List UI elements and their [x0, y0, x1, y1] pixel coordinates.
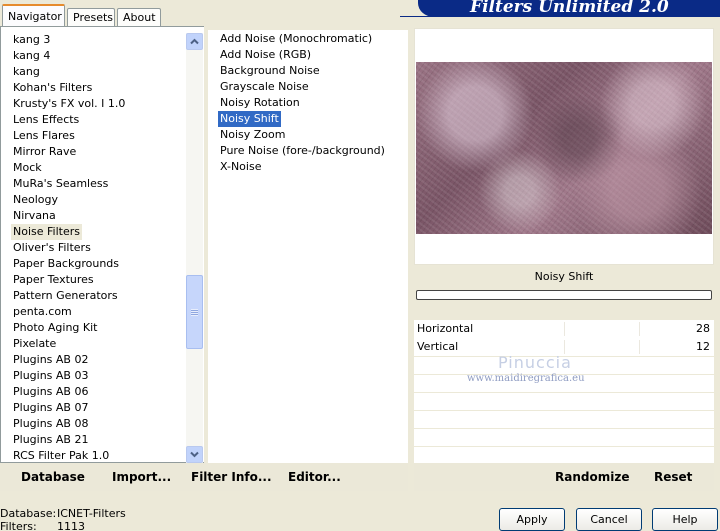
slider-label: Horizontal	[417, 322, 474, 335]
navigator-item[interactable]: Paper Backgrounds	[11, 256, 121, 272]
filter-item[interactable]: Noisy Shift	[218, 111, 281, 127]
filter-panel: Add Noise (Monochromatic) Add Noise (RGB)…	[208, 30, 408, 463]
help-button[interactable]: Help	[652, 508, 718, 531]
tab-navigator[interactable]: Navigator	[2, 4, 65, 26]
scroll-down-button[interactable]	[186, 446, 203, 463]
navigator-item[interactable]: Krusty's FX vol. I 1.0	[11, 96, 127, 112]
status-database-value: ICNET-Filters	[57, 507, 126, 520]
empty-slider-slot	[414, 429, 714, 446]
filter-item[interactable]: Add Noise (Monochromatic)	[218, 31, 374, 47]
navigator-item[interactable]: Paper Textures	[11, 272, 96, 288]
status-database: Database: ICNET-Filters	[0, 507, 126, 520]
filter-item[interactable]: Add Noise (RGB)	[218, 47, 313, 63]
tab-about[interactable]: About	[117, 8, 161, 26]
navigator-item[interactable]: Plugins AB 21	[11, 432, 90, 448]
filter-item[interactable]: X-Noise	[218, 159, 263, 175]
tab-presets[interactable]: Presets	[67, 8, 115, 26]
slider-label: Vertical	[417, 340, 459, 353]
navigator-scrollbar[interactable]	[186, 33, 203, 463]
editor-button[interactable]: Editor...	[288, 470, 341, 484]
progress-bar	[416, 290, 712, 300]
navigator-item[interactable]: kang	[11, 64, 42, 80]
navigator-item[interactable]: Plugins AB 03	[11, 368, 90, 384]
navigator-item[interactable]: Nirvana	[11, 208, 58, 224]
navigator-item[interactable]: Photo Aging Kit	[11, 320, 99, 336]
slider-tick	[564, 340, 565, 354]
navigator-item[interactable]: Plugins AB 07	[11, 400, 90, 416]
chevron-down-icon	[190, 451, 199, 458]
empty-slider-slot	[414, 393, 714, 410]
navigator-item[interactable]: Oliver's Filters	[11, 240, 93, 256]
navigator-item[interactable]: Lens Flares	[11, 128, 77, 144]
banner-divider	[400, 16, 720, 17]
slider-value: 12	[696, 340, 710, 353]
right-button-bar: Randomize Reset	[414, 463, 714, 491]
slider-tick	[639, 322, 640, 336]
current-filter-name: Noisy Shift	[534, 270, 594, 283]
filter-item[interactable]: Background Noise	[218, 63, 322, 79]
slider-value: 28	[696, 322, 710, 335]
randomize-button[interactable]: Randomize	[555, 470, 629, 484]
status-database-label: Database:	[0, 507, 57, 520]
status-filters: Filters: 1113	[0, 520, 85, 531]
navigator-item[interactable]: Pattern Generators	[11, 288, 120, 304]
preview-image	[416, 62, 712, 234]
chevron-up-icon	[190, 38, 199, 45]
navigator-item[interactable]: Kohan's Filters	[11, 80, 94, 96]
slider-tick	[639, 340, 640, 354]
left-button-bar: Database Import... Filter Info... Editor…	[0, 463, 408, 491]
scroll-thumb[interactable]	[186, 275, 203, 349]
navigator-item[interactable]: penta.com	[11, 304, 74, 320]
filter-info-button[interactable]: Filter Info...	[191, 470, 272, 484]
slider-tick	[564, 322, 565, 336]
navigator-item[interactable]: MuRa's Seamless	[11, 176, 110, 192]
app-title: Filters Unlimited 2.0	[470, 0, 669, 17]
cancel-button[interactable]: Cancel	[576, 508, 642, 531]
database-button[interactable]: Database	[21, 470, 85, 484]
empty-slider-slot	[414, 411, 714, 428]
filter-item[interactable]: Pure Noise (fore-/background)	[218, 143, 387, 159]
navigator-item[interactable]: Noise Filters	[11, 224, 82, 240]
scroll-up-button[interactable]	[186, 33, 203, 50]
slider-horizontal[interactable]: Horizontal 28	[414, 320, 714, 338]
empty-slider-slot	[414, 447, 714, 464]
navigator-item[interactable]: kang 4	[11, 48, 52, 64]
app-banner: Filters Unlimited 2.0	[418, 0, 720, 17]
watermark-name: Pinuccia	[498, 353, 572, 372]
navigator-panel: kang 3 kang 4 kang Kohan's Filters Krusty's …	[0, 26, 204, 463]
filter-item[interactable]: Noisy Rotation	[218, 95, 302, 111]
navigator-item[interactable]: Plugins AB 06	[11, 384, 90, 400]
status-filters-value: 1113	[57, 520, 85, 531]
filter-item[interactable]: Noisy Zoom	[218, 127, 287, 143]
watermark-url: www.maidiregrafica.eu	[467, 373, 585, 384]
apply-button[interactable]: Apply	[499, 508, 565, 531]
import-button[interactable]: Import...	[112, 470, 171, 484]
navigator-item[interactable]: Plugins AB 08	[11, 416, 90, 432]
navigator-item[interactable]: Mirror Rave	[11, 144, 78, 160]
navigator-item[interactable]: Pixelate	[11, 336, 58, 352]
navigator-item[interactable]: kang 3	[11, 32, 52, 48]
filter-item[interactable]: Grayscale Noise	[218, 79, 311, 95]
navigator-item[interactable]: Plugins AB 02	[11, 352, 90, 368]
navigator-item[interactable]: Neology	[11, 192, 60, 208]
status-filters-label: Filters:	[0, 520, 37, 531]
navigator-item[interactable]: Lens Effects	[11, 112, 81, 128]
navigator-item[interactable]: Mock	[11, 160, 44, 176]
reset-button[interactable]: Reset	[654, 470, 692, 484]
navigator-item[interactable]: RCS Filter Pak 1.0	[11, 448, 111, 464]
grip-icon	[191, 308, 198, 316]
